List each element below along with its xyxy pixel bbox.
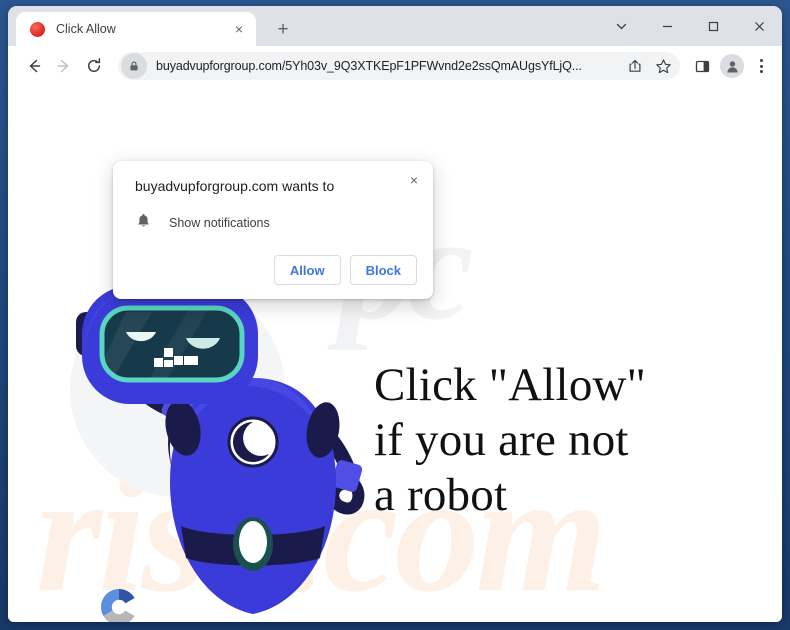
tab-strip: Click Allow × + (8, 6, 782, 46)
address-bar-url[interactable]: buyadvupforgroup.com/5Yh03v_9Q3XTKEpF1PF… (156, 59, 622, 73)
tab-title: Click Allow (56, 22, 116, 36)
menu-dot (759, 70, 763, 73)
browser-window: Click Allow × + buyadvupforgroup.com/5Yh… (8, 6, 782, 622)
tab-close-icon[interactable]: × (230, 20, 248, 38)
notification-permission-dialog: × buyadvupforgroup.com wants to Show not… (113, 161, 433, 299)
share-icon[interactable] (622, 53, 648, 79)
menu-dot (759, 59, 763, 62)
ecaptcha-c-icon (100, 589, 135, 622)
back-arrow-icon[interactable] (20, 52, 48, 80)
window-controls (598, 6, 782, 46)
tab-favicon-icon (30, 21, 45, 37)
headline-line: Click "Allow" (374, 359, 647, 411)
permission-label: Show notifications (169, 216, 270, 230)
toolbar-right-actions (688, 52, 774, 80)
browser-toolbar: buyadvupforgroup.com/5Yh03v_9Q3XTKEpF1PF… (8, 46, 782, 86)
page-viewport: pc risk.com (8, 86, 782, 622)
ecaptcha-logo: E-CAPTCHA (86, 583, 152, 622)
lock-icon[interactable] (121, 53, 147, 79)
close-icon[interactable] (736, 6, 782, 46)
omnibox-actions (622, 53, 680, 79)
headline-line: a robot (374, 469, 508, 521)
forward-arrow-icon[interactable] (50, 52, 78, 80)
robot-belt-buckle (239, 521, 267, 563)
profile-avatar[interactable] (720, 54, 744, 78)
headline-line: if you are not (374, 414, 629, 466)
browser-tab[interactable]: Click Allow × (16, 12, 256, 46)
allow-button[interactable]: Allow (273, 255, 341, 285)
dialog-close-icon[interactable]: × (404, 170, 424, 190)
robot-illustration (76, 286, 365, 614)
address-bar[interactable]: buyadvupforgroup.com/5Yh03v_9Q3XTKEpF1PF… (118, 52, 680, 80)
desktop-background: Click Allow × + buyadvupforgroup.com/5Yh… (0, 0, 790, 630)
reload-icon[interactable] (80, 52, 108, 80)
maximize-icon[interactable] (690, 6, 736, 46)
dialog-title: buyadvupforgroup.com wants to (135, 178, 335, 194)
permission-row: Show notifications (135, 212, 417, 234)
tab-search-chevron-down-icon[interactable] (598, 6, 644, 46)
new-tab-button[interactable]: + (270, 17, 296, 43)
minimize-icon[interactable] (644, 6, 690, 46)
menu-dot (759, 64, 763, 68)
three-dot-menu-icon[interactable] (748, 52, 774, 80)
page-headline: Click "Allow" if you are not a robot (374, 358, 646, 523)
dialog-actions: Allow Block (135, 255, 417, 291)
side-panel-icon[interactable] (688, 52, 716, 80)
block-button[interactable]: Block (349, 255, 417, 285)
star-icon[interactable] (650, 53, 676, 79)
bell-icon (135, 212, 152, 234)
